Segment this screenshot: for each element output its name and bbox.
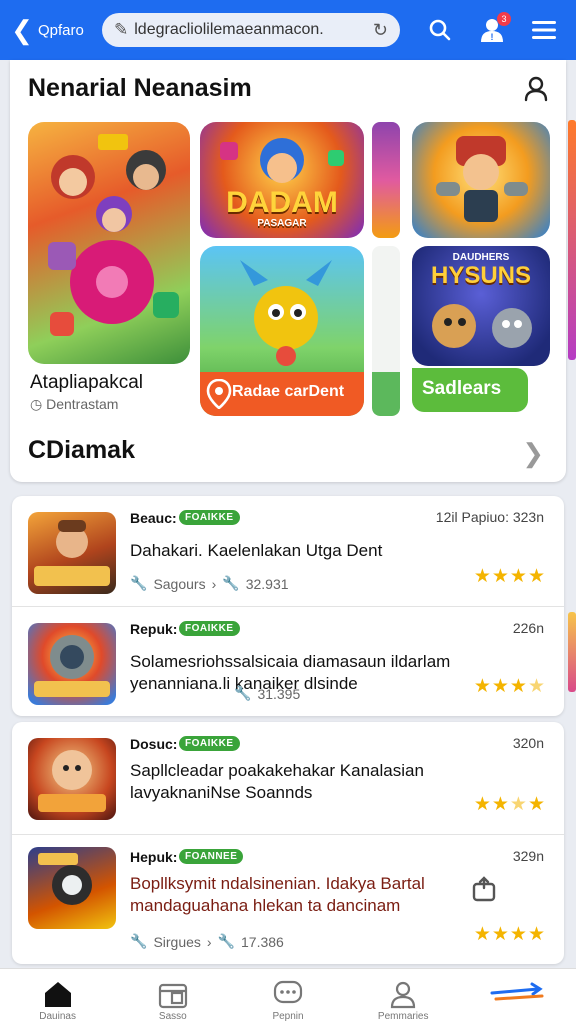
svg-text:!: ! — [491, 32, 494, 42]
game-thumbnail — [28, 847, 116, 929]
game-tile-creature[interactable]: Radae carDent — [200, 246, 364, 416]
game-tile-hero[interactable] — [412, 122, 550, 238]
back-icon[interactable]: ❮ — [8, 0, 36, 60]
game-thumbnail — [28, 512, 116, 594]
overflow-card-strip — [568, 612, 576, 692]
stats-line: 🔧 Sagours › 🔧 32.931 — [130, 575, 289, 592]
game-tile-large[interactable] — [28, 122, 190, 364]
nav-switch[interactable] — [461, 969, 576, 1024]
list-item[interactable]: Beauc: FOAIKKE 12il Papiuo: 323n Dahakar… — [12, 496, 564, 606]
nav-label: Pepnin — [272, 1011, 304, 1022]
map-pin-icon — [206, 379, 232, 409]
game-thumbnail — [28, 623, 116, 705]
swap-arrows-icon — [490, 982, 544, 1001]
menu-icon[interactable] — [528, 14, 560, 46]
game-tile-narrow[interactable] — [372, 122, 400, 238]
person-icon — [391, 981, 416, 1009]
bottom-nav: Dauinas Sasso Pepnin Pemmaries — [0, 968, 576, 1024]
nav-profile[interactable]: Pemmaries — [346, 969, 461, 1024]
game-description: Dahakari. Kaelenlakan Utga Dent — [130, 541, 383, 560]
section-title: Nenarial Neanasim — [28, 74, 252, 102]
rating-stars: ★★★★ — [473, 794, 546, 815]
game-tile-hysuns[interactable]: DAUDHERS HYSUNS — [412, 246, 550, 366]
store-icon — [158, 983, 187, 1009]
game-thumbnail — [28, 738, 116, 820]
share-icon[interactable] — [470, 875, 498, 903]
account-alert-icon[interactable]: ! 3 — [476, 12, 511, 46]
status-badge: FOAIKKE — [179, 510, 240, 525]
nav-label: Pemmaries — [377, 1011, 429, 1022]
tile-title: DADAM — [226, 186, 338, 219]
sadlears-banner[interactable]: Sadlears — [412, 368, 528, 412]
featured-caption: Atapliapakcal — [30, 372, 144, 393]
nav-label: Sasso — [158, 1011, 187, 1022]
game-description: Sapllcleadar poakakehakar Kanalasian lav… — [130, 761, 424, 802]
wrench-icon: 🔧 — [217, 933, 236, 949]
game-list-card: Beauc: FOAIKKE 12il Papiuo: 323n Dahakar… — [12, 496, 564, 716]
notification-badge: 3 — [497, 12, 511, 26]
nav-home[interactable]: Dauinas — [0, 969, 115, 1024]
rating-stars: ★★★★ — [473, 676, 546, 697]
see-all-link[interactable]: CDiamak — [28, 436, 135, 465]
meta-info: 12il Papiuo: 323n — [435, 509, 544, 525]
wand-icon: ✎ — [114, 20, 129, 39]
home-icon — [44, 982, 71, 1007]
game-list-card: Dosuc: FOAIKKE 320n Sapllcleadar poakake… — [12, 722, 564, 964]
rating-stars: ★★★★ — [473, 566, 546, 587]
game-tile-dadam[interactable]: DADAM PASAGAR — [200, 122, 364, 238]
tile-title: Radae carDent — [232, 383, 345, 400]
wrench-icon: 🔧 — [234, 685, 252, 701]
status-badge: FOAIKKE — [179, 621, 240, 636]
meta-info: 329n — [512, 848, 544, 864]
overflow-card-strip — [568, 120, 576, 360]
rating-stars: ★★★★ — [473, 924, 546, 945]
game-description: Bopllksymit ndalsinenian. Idakya Bartal … — [130, 874, 425, 915]
game-tile-narrow-green[interactable] — [372, 246, 400, 416]
meta-info: 226n — [512, 620, 544, 636]
nav-label: Dauinas — [39, 1011, 76, 1022]
tile-subtitle: PASAGAR — [257, 218, 307, 229]
publisher-label: Beauc: — [130, 510, 177, 526]
wrench-icon: 🔧 — [222, 575, 240, 591]
user-icon[interactable] — [522, 74, 550, 102]
stats-line: 🔧 31.395 — [234, 685, 301, 702]
wrench-icon: 🔧 — [130, 575, 148, 591]
meta-info: 320n — [512, 735, 544, 751]
publisher-label: Repuk: — [130, 621, 178, 637]
list-item[interactable]: Dosuc: FOAIKKE 320n Sapllcleadar poakake… — [12, 722, 564, 834]
stats-line: 🔧 Sirgues › 🔧 17.386 — [130, 933, 284, 950]
nav-store[interactable]: Sasso — [115, 969, 230, 1024]
featured-subcaption: ◷ Dentrastam — [30, 396, 119, 412]
chevron-right-icon[interactable]: ❯ — [522, 438, 544, 469]
status-badge: FOANNEE — [179, 849, 244, 864]
url-bar[interactable]: ✎ ldegracliolilemaeanmacon. ↻ — [102, 13, 400, 47]
search-icon[interactable] — [424, 14, 456, 46]
wrench-icon: 🔧 — [130, 933, 148, 949]
reload-icon[interactable]: ↻ — [373, 20, 388, 41]
nav-chat[interactable]: Pepnin — [230, 969, 345, 1024]
top-bar: ❮ Qpfaro ✎ ldegracliolilemaeanmacon. ↻ !… — [0, 0, 576, 60]
publisher-label: Dosuc: — [130, 736, 178, 752]
status-badge: FOAIKKE — [179, 736, 240, 751]
featured-section: Nenarial Neanasim DADAM PASAGAR Radae ca… — [10, 60, 566, 482]
url-text: ldegracliolilemaeanmacon. — [134, 21, 324, 38]
chat-icon — [273, 980, 303, 1004]
list-item[interactable]: Hepuk: FOANNEE 329n Bopllksymit ndalsine… — [12, 834, 564, 964]
tile-title: Sadlears — [422, 378, 502, 399]
brand-label: Qpfaro — [38, 21, 84, 39]
clock-icon: ◷ — [30, 396, 43, 412]
list-item[interactable]: Repuk: FOAIKKE 226n Solamesriohssalsicai… — [12, 606, 564, 716]
publisher-label: Hepuk: — [130, 849, 178, 865]
tile-banner: Radae carDent — [200, 372, 364, 416]
